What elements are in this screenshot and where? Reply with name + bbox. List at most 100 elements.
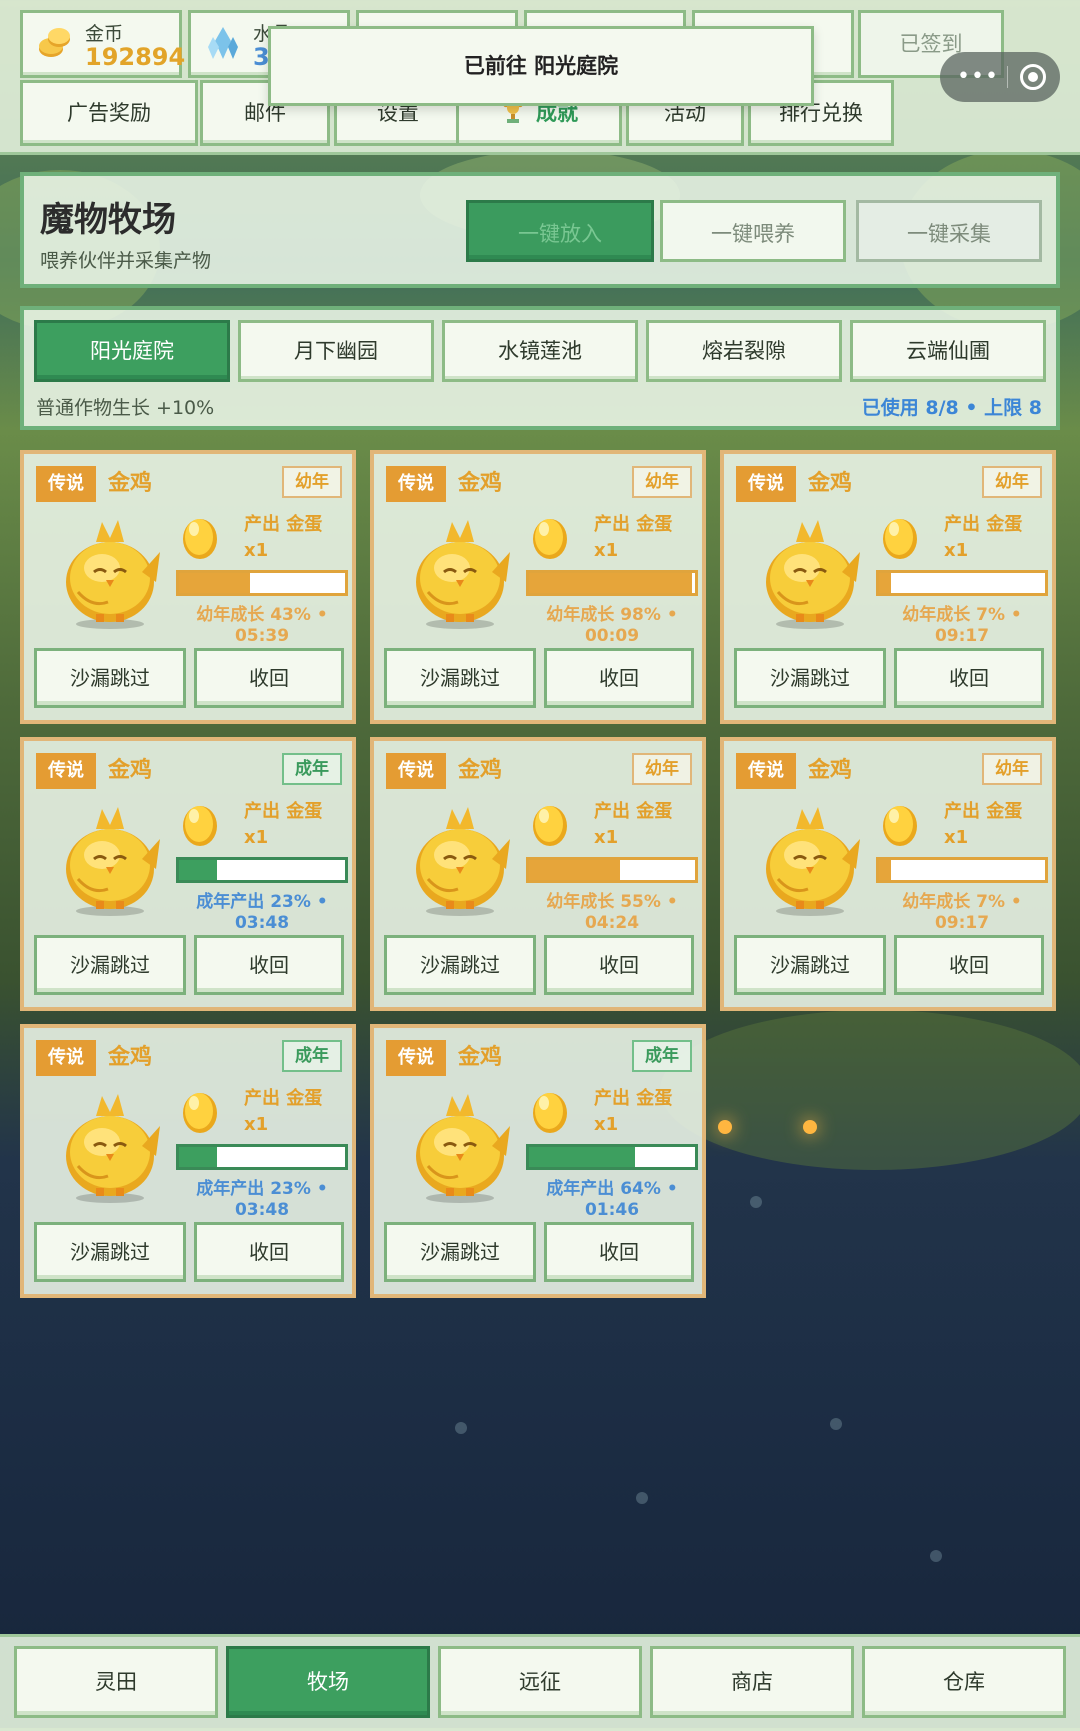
golden-chicken-icon	[406, 799, 514, 917]
area-tab-cloud-garden[interactable]: 云端仙圃	[850, 320, 1046, 382]
recall-button[interactable]: 收回	[894, 648, 1044, 708]
bottom-tab-warehouse[interactable]: 仓库	[862, 1646, 1066, 1718]
pet-card[interactable]: 传说 金鸡 幼年 产出 金蛋 x1 幼年成长 55% • 04:24 沙漏跳过 收回	[370, 737, 706, 1011]
produce-quantity: x1	[944, 540, 969, 561]
gold-value: 192894	[85, 43, 186, 71]
pet-name: 金鸡	[808, 758, 853, 783]
hourglass-skip-button[interactable]: 沙漏跳过	[34, 935, 186, 995]
golden-egg-icon	[182, 801, 218, 847]
hourglass-skip-button[interactable]: 沙漏跳过	[384, 1222, 536, 1282]
golden-chicken-icon	[56, 512, 164, 630]
pet-card[interactable]: 传说 金鸡 幼年 产出 金蛋 x1 幼年成长 43% • 05:39 沙漏跳过 收回	[20, 450, 356, 724]
time-remaining: 09:17	[934, 913, 990, 929]
produce-label: 产出 金蛋	[944, 514, 1023, 535]
progress-bar	[176, 857, 348, 883]
produce-quantity: x1	[244, 1114, 269, 1135]
pet-card[interactable]: 传说 金鸡 幼年 产出 金蛋 x1 幼年成长 98% • 00:09 沙漏跳过 收回	[370, 450, 706, 724]
golden-chicken-icon	[756, 799, 864, 917]
crystal-icon	[208, 27, 238, 59]
progress-status: 幼年成长 55% •	[546, 892, 678, 912]
stage-badge: 幼年	[982, 753, 1042, 785]
progress-bar	[526, 1144, 698, 1170]
pet-card[interactable]: 传说 金鸡 成年 产出 金蛋 x1 成年产出 64% • 01:46 沙漏跳过 收回	[370, 1024, 706, 1298]
area-bonus: 普通作物生长 +10%	[36, 397, 215, 419]
hourglass-skip-button[interactable]: 沙漏跳过	[34, 1222, 186, 1282]
rarity-badge: 传说	[36, 1040, 96, 1076]
area-tab-moon-garden[interactable]: 月下幽园	[238, 320, 434, 382]
recall-button[interactable]: 收回	[544, 1222, 694, 1282]
toast-message: 已前往 阳光庭院	[268, 26, 814, 106]
golden-egg-icon	[532, 1088, 568, 1134]
time-remaining: 03:48	[234, 1200, 290, 1216]
pet-name: 金鸡	[808, 471, 853, 496]
pet-card[interactable]: 传说 金鸡 成年 产出 金蛋 x1 成年产出 23% • 03:48 沙漏跳过 收回	[20, 737, 356, 1011]
produce-label: 产出 金蛋	[244, 1088, 323, 1109]
rarity-badge: 传说	[386, 753, 446, 789]
time-remaining: 09:17	[934, 626, 990, 642]
produce-label: 产出 金蛋	[594, 1088, 673, 1109]
time-remaining: 03:48	[234, 913, 290, 929]
bottom-tab-expedition[interactable]: 远征	[438, 1646, 642, 1718]
hourglass-skip-button[interactable]: 沙漏跳过	[734, 935, 886, 995]
hourglass-skip-button[interactable]: 沙漏跳过	[34, 648, 186, 708]
more-options-icon[interactable]: •••	[954, 64, 1002, 90]
pet-card[interactable]: 传说 金鸡 成年 产出 金蛋 x1 成年产出 23% • 03:48 沙漏跳过 收回	[20, 1024, 356, 1298]
rarity-badge: 传说	[386, 466, 446, 502]
hourglass-skip-button[interactable]: 沙漏跳过	[384, 935, 536, 995]
bottom-tab-shop[interactable]: 商店	[650, 1646, 854, 1718]
progress-fill	[529, 573, 692, 593]
miniprogram-capsule: •••	[940, 52, 1060, 102]
page-title: 魔物牧场	[40, 200, 176, 240]
close-target-icon[interactable]	[1020, 64, 1046, 90]
time-remaining: 05:39	[234, 626, 290, 642]
time-remaining: 01:46	[584, 1200, 640, 1216]
pet-card[interactable]: 传说 金鸡 幼年 产出 金蛋 x1 幼年成长 7% • 09:17 沙漏跳过 收回	[720, 450, 1056, 724]
pet-card[interactable]: 传说 金鸡 幼年 产出 金蛋 x1 幼年成长 7% • 09:17 沙漏跳过 收回	[720, 737, 1056, 1011]
progress-status: 成年产出 23% •	[196, 892, 328, 912]
release-all-button[interactable]: 一键放入	[466, 200, 654, 262]
recall-button[interactable]: 收回	[544, 648, 694, 708]
golden-egg-icon	[532, 801, 568, 847]
progress-status: 成年产出 23% •	[196, 1179, 328, 1199]
produce-quantity: x1	[944, 827, 969, 848]
collect-all-button[interactable]: 一键采集	[856, 200, 1042, 262]
golden-egg-icon	[182, 514, 218, 560]
progress-fill	[879, 573, 891, 593]
pet-name: 金鸡	[108, 471, 153, 496]
bottom-tab-spirit-field[interactable]: 灵田	[14, 1646, 218, 1718]
produce-label: 产出 金蛋	[244, 801, 323, 822]
golden-egg-icon	[882, 514, 918, 560]
hourglass-skip-button[interactable]: 沙漏跳过	[734, 648, 886, 708]
feed-all-button[interactable]: 一键喂养	[660, 200, 846, 262]
recall-button[interactable]: 收回	[194, 935, 344, 995]
pet-name: 金鸡	[458, 758, 503, 783]
produce-quantity: x1	[594, 827, 619, 848]
golden-chicken-icon	[406, 1086, 514, 1204]
stage-badge: 成年	[282, 753, 342, 785]
progress-status: 幼年成长 43% •	[196, 605, 328, 625]
stage-badge: 幼年	[632, 753, 692, 785]
recall-button[interactable]: 收回	[194, 1222, 344, 1282]
gold-counter[interactable]: 金币 192894	[20, 10, 186, 78]
recall-button[interactable]: 收回	[894, 935, 1044, 995]
stage-badge: 成年	[282, 1040, 342, 1072]
recall-button[interactable]: 收回	[194, 648, 344, 708]
area-tab-mirror-lotus-pond[interactable]: 水镜莲池	[442, 320, 638, 382]
hourglass-skip-button[interactable]: 沙漏跳过	[384, 648, 536, 708]
page-subtitle: 喂养伙伴并采集产物	[40, 250, 212, 272]
progress-bar	[876, 570, 1048, 596]
golden-chicken-icon	[756, 512, 864, 630]
nav-ad-rewards[interactable]: 广告奖励	[20, 80, 198, 146]
recall-button[interactable]: 收回	[544, 935, 694, 995]
rarity-badge: 传说	[36, 466, 96, 502]
golden-chicken-icon	[406, 512, 514, 630]
produce-quantity: x1	[594, 1114, 619, 1135]
produce-label: 产出 金蛋	[244, 514, 323, 535]
area-tab-sunny-courtyard[interactable]: 阳光庭院	[34, 320, 230, 382]
progress-status: 成年产出 64% •	[546, 1179, 678, 1199]
area-tab-lava-rift[interactable]: 熔岩裂隙	[646, 320, 842, 382]
progress-bar	[176, 1144, 348, 1170]
stage-badge: 幼年	[632, 466, 692, 498]
progress-status: 幼年成长 7% •	[902, 605, 1022, 625]
bottom-tab-ranch[interactable]: 牧场	[226, 1646, 430, 1718]
